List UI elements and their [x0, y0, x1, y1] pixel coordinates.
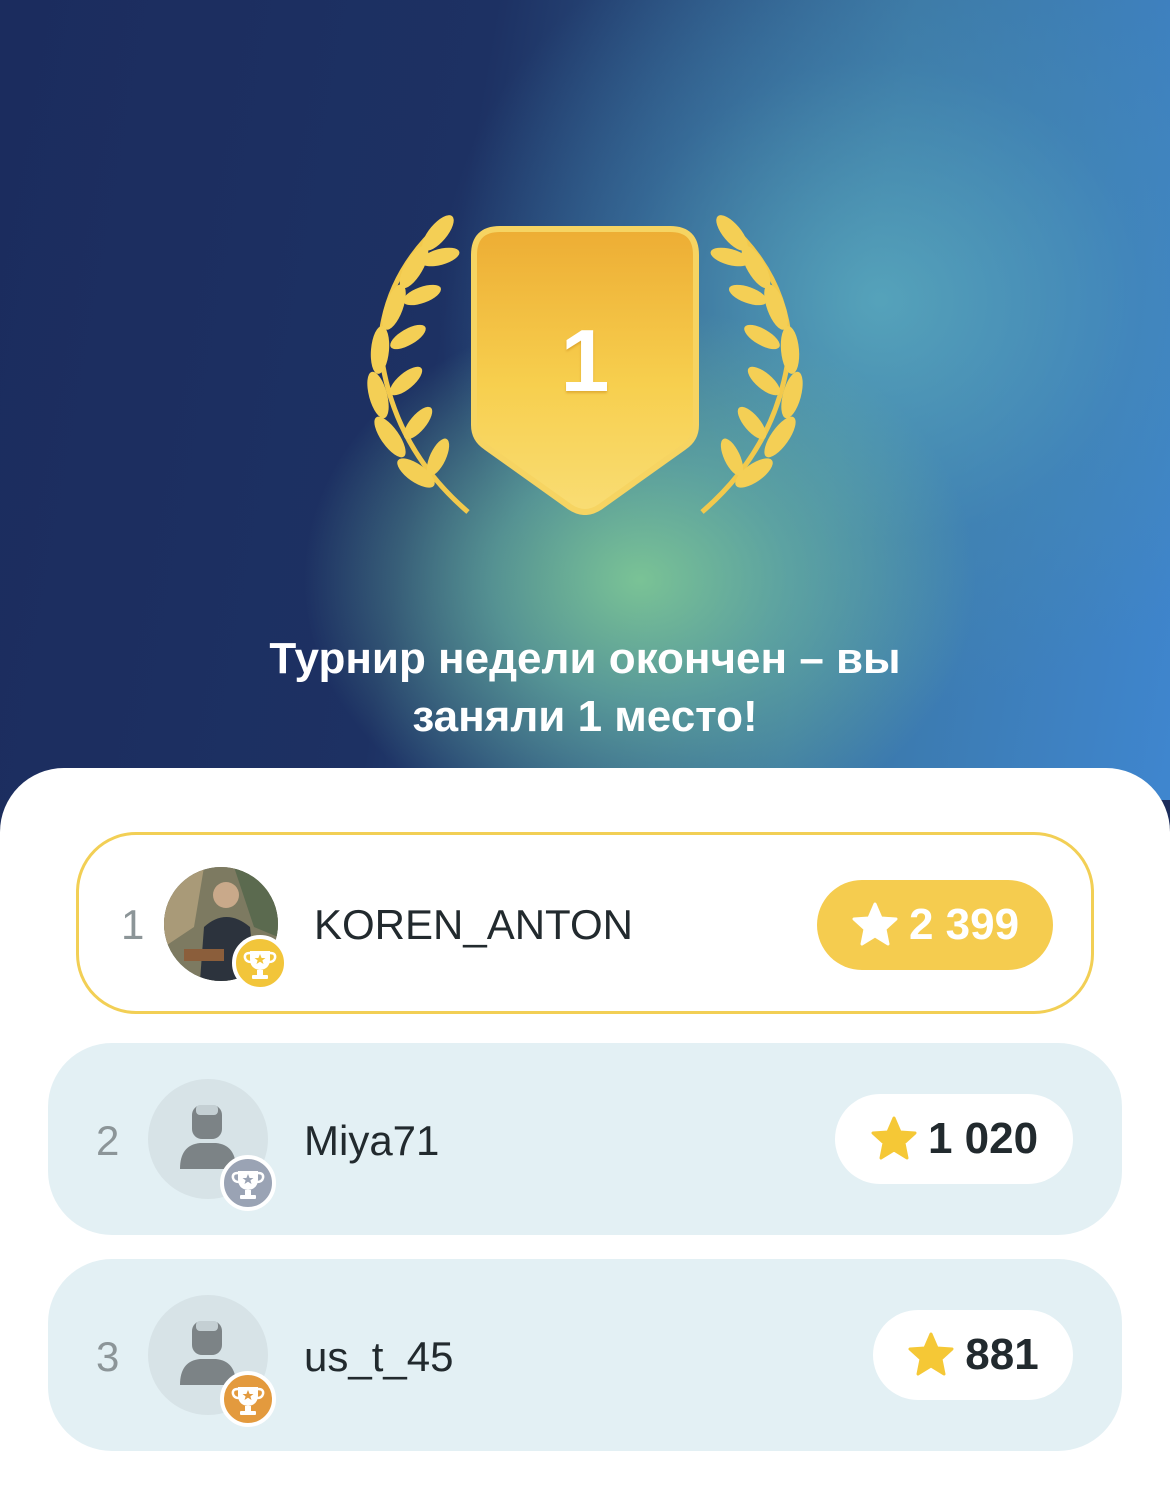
place-shield: 1 [470, 225, 700, 515]
avatar[interactable] [148, 1079, 276, 1211]
star-icon [852, 902, 898, 946]
rank-number: 3 [96, 1333, 120, 1380]
bronze-trophy-icon [220, 1371, 276, 1427]
score-pill: 881 [873, 1310, 1073, 1400]
score-pill: 1 020 [835, 1094, 1073, 1184]
tournament-result-headline: Турнир недели окончен – вы заняли 1 мест… [170, 630, 1000, 746]
badge-place-number: 1 [560, 311, 610, 410]
avatar[interactable] [148, 1295, 276, 1427]
silver-trophy-icon [220, 1155, 276, 1211]
username: KOREN_ANTON [314, 901, 633, 948]
avatar[interactable] [164, 867, 288, 991]
headline-line-2: заняли 1 место! [412, 692, 758, 741]
star-icon [908, 1332, 954, 1376]
score-value: 2 399 [908, 900, 1020, 949]
leaderboard-row-2[interactable]: 2 Miya71 1 020 [48, 1043, 1122, 1235]
score-pill: 2 399 [817, 880, 1053, 970]
headline-line-1: Турнир недели окончен – вы [269, 634, 901, 683]
leaderboard-row-1[interactable]: 1 KOREN_ANTON 2 399 [76, 832, 1094, 1014]
laurel-right-icon [700, 215, 803, 514]
score-value: 881 [965, 1330, 1039, 1379]
rank-number: 2 [96, 1117, 120, 1164]
first-place-badge: 1 [350, 215, 820, 525]
star-icon [871, 1116, 917, 1160]
laurel-left-icon [367, 215, 470, 514]
gold-trophy-icon [232, 935, 288, 991]
username: us_t_45 [304, 1333, 454, 1380]
leaderboard-row-3[interactable]: 3 us_t_45 881 [48, 1259, 1122, 1451]
score-value: 1 020 [927, 1114, 1039, 1163]
username: Miya71 [304, 1117, 440, 1164]
rank-number: 1 [121, 901, 145, 948]
